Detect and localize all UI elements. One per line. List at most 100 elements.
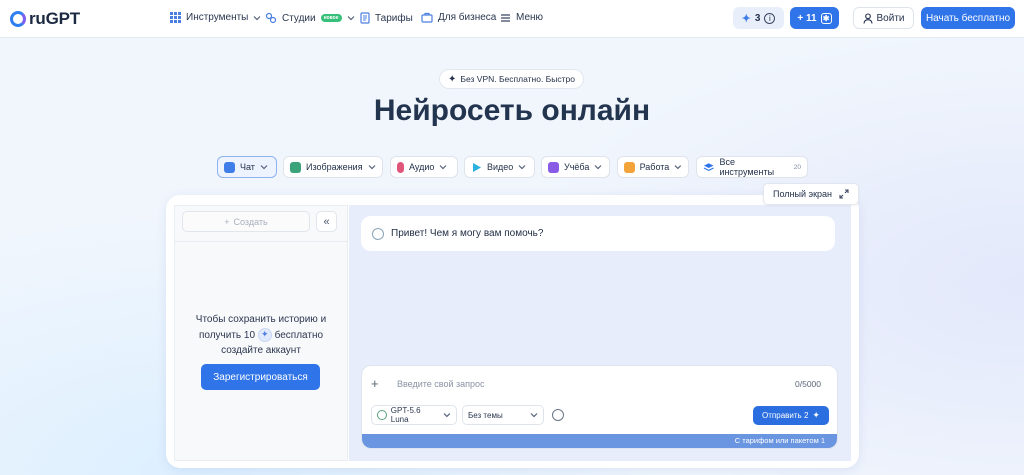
- briefcase-icon: [624, 161, 635, 173]
- grid-icon: [170, 12, 181, 23]
- model-icon: [377, 410, 387, 420]
- login-label: Войти: [876, 12, 905, 24]
- fullscreen-button[interactable]: Полный экран: [763, 183, 859, 205]
- nav-business[interactable]: Для бизнеса: [421, 12, 496, 23]
- promo-line-2a: получить 10: [198, 329, 256, 341]
- layers-icon: [703, 162, 714, 171]
- sparkle-icon: ✦: [257, 327, 272, 342]
- nav-pricing-label: Тарифы: [375, 12, 413, 24]
- collapse-sidebar-button[interactable]: «: [316, 211, 337, 232]
- briefcase-icon: [421, 12, 433, 23]
- tab-chat[interactable]: Чат: [217, 156, 277, 178]
- studio-icon: [265, 12, 277, 24]
- tab-audio[interactable]: Аудио: [390, 156, 458, 178]
- new-badge: новое: [320, 14, 342, 22]
- chevron-down-icon: [674, 165, 682, 170]
- nav-menu[interactable]: Меню: [500, 12, 543, 23]
- microphone-icon: [397, 161, 404, 173]
- play-icon: [473, 162, 481, 172]
- tab-video-label: Видео: [487, 162, 514, 172]
- send-label: Отправить 2: [762, 411, 809, 420]
- sparkle-icon: ✦: [448, 73, 457, 85]
- char-counter: 0/5000: [795, 379, 821, 389]
- chat-icon: [224, 161, 235, 173]
- user-icon: [862, 12, 873, 24]
- chevron-down-icon: [253, 15, 261, 20]
- tariff-note: С тарифом или пакетом 1: [362, 434, 837, 448]
- chevron-down-icon: [594, 165, 602, 170]
- sparkle-icon: ✦: [741, 12, 751, 25]
- promo-line-2b: бесплатно: [274, 329, 324, 341]
- bonus-label: + 11: [797, 12, 817, 24]
- logo-text: ruGPT: [29, 9, 80, 28]
- tools-count: 20: [793, 163, 801, 171]
- attach-plus-icon[interactable]: +: [371, 376, 379, 391]
- tab-images[interactable]: Изображения: [283, 156, 383, 178]
- chevron-down-icon: [518, 165, 526, 170]
- tab-work[interactable]: Работа: [617, 156, 689, 178]
- theme-value: Без темы: [468, 410, 503, 420]
- promo-line-1: Чтобы сохранить историю и: [195, 314, 327, 325]
- chevron-down-icon: [347, 16, 354, 21]
- chevron-down-icon: [368, 165, 375, 170]
- tab-work-label: Работа: [639, 162, 670, 172]
- chevron-down-icon: [260, 165, 268, 170]
- create-label: Создать: [233, 216, 268, 227]
- model-select[interactable]: GPT-5.6 Luna: [371, 405, 457, 425]
- tab-all-tools-label: Все инструменты: [719, 157, 775, 177]
- sidebar-divider: [174, 241, 348, 242]
- register-button[interactable]: Зарегистрироваться: [201, 364, 320, 390]
- sparkle-icon: ✦: [812, 410, 820, 420]
- model-value: GPT-5.6 Luna: [390, 406, 421, 424]
- tab-all-tools[interactable]: Все инструменты 20: [696, 156, 808, 178]
- tab-chat-label: Чат: [240, 162, 255, 172]
- expand-icon: [839, 189, 849, 199]
- fullscreen-label: Полный экран: [772, 189, 832, 199]
- logo-ring-icon: [10, 11, 26, 27]
- page-title: Нейросеть онлайн: [373, 94, 651, 127]
- nav-business-label: Для бизнеса: [438, 12, 497, 23]
- tab-study-label: Учёба: [564, 162, 590, 172]
- nav-studios-label: Студии: [282, 12, 316, 24]
- assistant-message: Привет! Чем я могу вам помочь?: [361, 216, 835, 251]
- signup-promo: Чтобы сохранить историю и получить 10 ✦ …: [182, 312, 340, 359]
- tab-images-label: Изображения: [306, 162, 363, 172]
- credits-count: 3: [754, 12, 761, 24]
- nav-tools[interactable]: Инструменты: [170, 12, 261, 23]
- tab-audio-label: Аудио: [409, 162, 435, 172]
- message-input[interactable]: Введите свой запрос: [397, 379, 485, 389]
- info-icon: i: [764, 12, 776, 24]
- image-icon: [290, 161, 301, 173]
- tagline-badge: ✦ Без VPN. Бесплатно. Быстро: [439, 69, 584, 89]
- book-icon: [548, 161, 559, 173]
- chevron-down-icon: [439, 165, 447, 170]
- start-free-button[interactable]: Начать бесплатно: [921, 7, 1015, 29]
- chevron-down-icon: [530, 413, 538, 418]
- tab-video[interactable]: Видео: [464, 156, 535, 178]
- nav-tools-label: Инструменты: [186, 12, 249, 23]
- nav-menu-label: Меню: [516, 12, 544, 23]
- logo[interactable]: ruGPT: [10, 9, 80, 29]
- chevron-down-icon: [443, 413, 451, 418]
- plus-icon: +: [224, 216, 230, 227]
- credits-counter[interactable]: ✦ 3 i: [733, 7, 784, 29]
- assistant-avatar-icon: [372, 227, 384, 240]
- tagline-text: Без VPN. Бесплатно. Быстро: [460, 74, 575, 84]
- globe-icon[interactable]: [552, 409, 564, 421]
- theme-select[interactable]: Без темы: [462, 405, 544, 425]
- bonus-button[interactable]: + 11 ✱: [790, 7, 839, 29]
- promo-line-2: получить 10 ✦ бесплатно: [182, 327, 340, 344]
- double-chevron-left-icon: «: [323, 215, 330, 228]
- tab-study[interactable]: Учёба: [541, 156, 610, 178]
- send-button[interactable]: Отправить 2 ✦: [753, 406, 829, 425]
- nav-studios[interactable]: Студии новое: [265, 12, 355, 24]
- gift-icon: ✱: [820, 12, 832, 24]
- create-chat-button[interactable]: + Создать: [182, 211, 310, 232]
- promo-line-3: создайте аккаунт: [221, 345, 301, 356]
- login-button[interactable]: Войти: [853, 7, 914, 29]
- top-navigation-bar: ruGPT Инструменты Студии новое Тарифы Дл…: [0, 0, 1024, 38]
- menu-icon: [501, 13, 510, 22]
- document-icon: [360, 12, 370, 24]
- message-composer: + Введите свой запрос 0/5000 GPT-5.6 Lun…: [361, 365, 838, 449]
- nav-pricing[interactable]: Тарифы: [360, 12, 413, 24]
